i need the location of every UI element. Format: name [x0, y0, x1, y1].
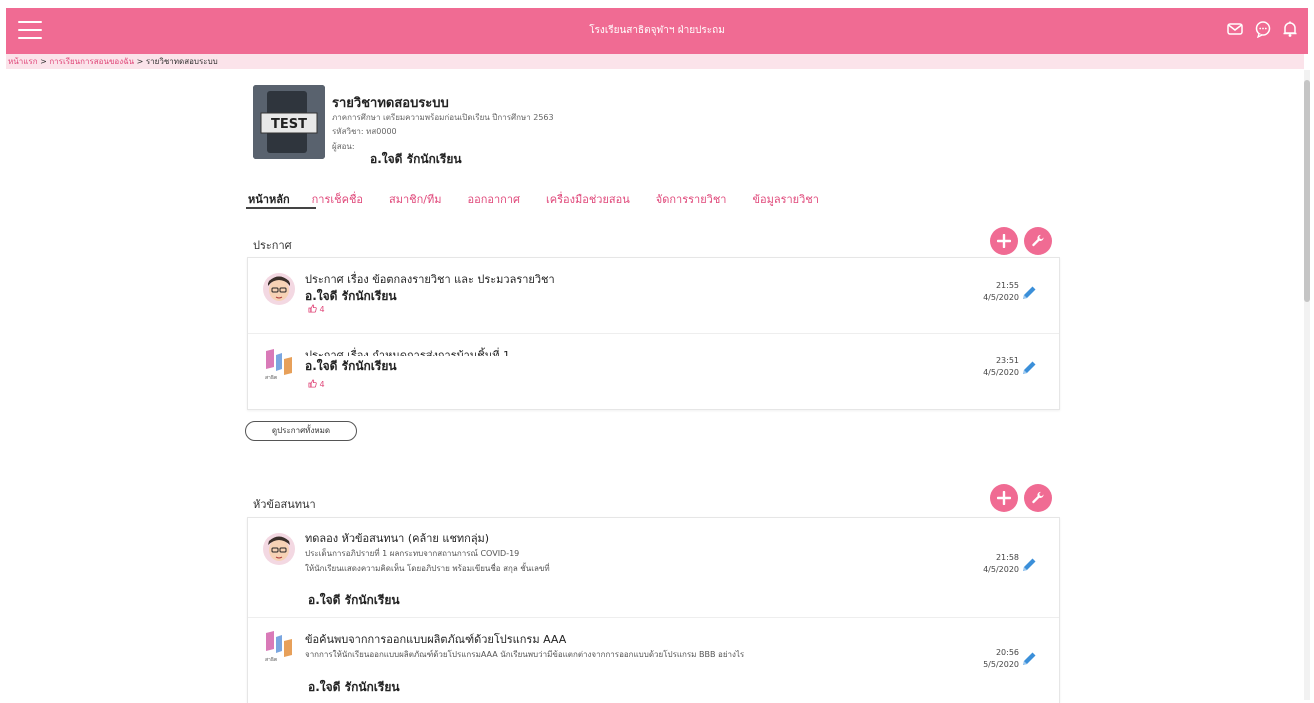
announcement-time: 21:55: [995, 281, 1019, 290]
like-count-value: 4: [319, 380, 325, 389]
discussion-description: จากการให้นักเรียนออกแบบผลิตภัณฑ์ด้วยโปรแ…: [305, 650, 745, 659]
course-term: ภาคการศึกษา เตรียมความพร้อมก่อนเปิดเรียน…: [332, 113, 554, 122]
announcement-item[interactable]: ประกาศ เรื่อง ข้อตกลงรายวิชา และ ประมวลร…: [248, 258, 1059, 334]
announcement-timestamp: 21:55 4/5/2020: [983, 280, 1019, 304]
breadcrumb-home[interactable]: หน้าแรก: [8, 57, 38, 66]
mail-icon[interactable]: [1226, 20, 1244, 38]
pencil-edit-icon[interactable]: [1021, 360, 1037, 376]
tab-attendance[interactable]: การเช็คชื่อ: [310, 190, 365, 212]
announcement-item[interactable]: สาธิต ประกาศ เรื่อง กำหนดการส่งการบ้านชิ…: [248, 333, 1059, 408]
manage-discussion-button[interactable]: [1024, 484, 1052, 512]
discussion-description: ประเด็นการอภิปรายที่ 1 ผลกระทบจากสถานการ…: [305, 549, 520, 558]
manage-announcement-button[interactable]: [1024, 227, 1052, 255]
active-tab-indicator: [246, 207, 316, 209]
breadcrumb-current: รายวิชาทดสอบระบบ: [145, 57, 218, 66]
cartoon-avatar: [262, 272, 296, 306]
discussion-title[interactable]: ทดลอง หัวข้อสนทนา (คล้าย แชทกลุ่ม): [305, 529, 489, 547]
add-discussion-button[interactable]: [990, 484, 1018, 512]
breadcrumb-separator: >: [40, 57, 47, 66]
svg-text:สาธิต: สาธิต: [265, 656, 277, 663]
tab-broadcast[interactable]: ออกอากาศ: [466, 190, 522, 212]
top-icons: [1226, 20, 1298, 38]
discussion-author: อ.ใจดี รักนักเรียน: [308, 593, 400, 607]
course-tabs: หน้าหลัก การเช็คชื่อ สมาชิก/ทีม ออกอากาศ…: [246, 190, 821, 212]
tab-course-info[interactable]: ข้อมูลรายวิชา: [750, 190, 820, 212]
thumb-test-text: TEST: [271, 117, 307, 132]
announcement-date: 4/5/2020: [983, 293, 1019, 302]
breadcrumb-separator: >: [136, 57, 144, 66]
discussion-title[interactable]: ข้อค้นพบจากการออกแบบผลิตภัณฑ์ด้วยโปรแกรม…: [305, 630, 566, 648]
discussion-item[interactable]: สาธิต ข้อค้นพบจากการออกแบบผลิตภัณฑ์ด้วยโ…: [248, 617, 1059, 703]
like-count[interactable]: 4: [308, 379, 325, 389]
discussions-title: หัวข้อสนทนา: [253, 498, 316, 511]
wrench-icon: [1032, 491, 1044, 504]
discussion-date: 5/5/2020: [983, 660, 1019, 669]
pencil-edit-icon[interactable]: [1021, 557, 1037, 573]
plus-icon: [997, 234, 1011, 248]
discussion-description: ให้นักเรียนแสดงความคิดเห็น โดยอภิปราย พร…: [305, 564, 550, 573]
view-all-announcements-button[interactable]: ดูประกาศทั้งหมด: [245, 421, 357, 441]
course-thumbnail: TEST: [253, 85, 325, 159]
announcement-timestamp: 23:51 4/5/2020: [983, 355, 1019, 379]
announcements-title: ประกาศ: [253, 239, 292, 252]
announcement-date: 4/5/2020: [983, 368, 1019, 377]
breadcrumb-my-teaching[interactable]: การเรียนการสอนของฉัน: [49, 57, 134, 66]
wrench-icon: [1032, 234, 1044, 247]
svg-text:สาธิต: สาธิต: [265, 374, 277, 381]
cartoon-avatar: [262, 532, 296, 566]
school-logo-avatar: สาธิต: [262, 347, 296, 381]
tab-teaching-tools[interactable]: เครื่องมือช่วยสอน: [544, 190, 632, 212]
plus-icon: [997, 491, 1011, 505]
teacher-label: ผู้สอน:: [332, 142, 355, 151]
course-teacher: อ.ใจดี รักนักเรียน: [370, 152, 462, 166]
top-app-bar: โรงเรียนสาธิตจุฬาฯ ฝ่ายประถม: [6, 8, 1308, 54]
course-code: รหัสวิชา: ทส0000: [332, 127, 397, 136]
discussion-item[interactable]: ทดลอง หัวข้อสนทนา (คล้าย แชทกลุ่ม) ประเด…: [248, 518, 1059, 618]
bell-icon[interactable]: [1282, 20, 1298, 38]
discussion-time: 20:56: [995, 648, 1019, 657]
chat-icon[interactable]: [1254, 20, 1272, 38]
pencil-edit-icon[interactable]: [1021, 285, 1037, 301]
tab-members[interactable]: สมาชิก/ทีม: [387, 190, 443, 212]
course-title: รายวิชาทดสอบระบบ: [332, 96, 449, 111]
like-count-value: 4: [319, 305, 325, 314]
pencil-edit-icon[interactable]: [1021, 651, 1037, 667]
announcement-title[interactable]: ประกาศ เรื่อง กำหนดการส่งการบ้านชิ้นที่ …: [305, 346, 510, 356]
school-logo-avatar: สาธิต: [262, 629, 296, 663]
discussion-time: 21:58: [995, 553, 1019, 562]
scroll-thumb[interactable]: [1304, 80, 1310, 302]
announcement-title[interactable]: ประกาศ เรื่อง ข้อตกลงรายวิชา และ ประมวลร…: [305, 270, 555, 288]
discussion-timestamp: 21:58 4/5/2020: [983, 552, 1019, 576]
thumbs-up-icon: [308, 304, 317, 313]
like-count[interactable]: 4: [308, 304, 325, 314]
thumbs-up-icon: [308, 379, 317, 388]
announcements-card: ประกาศ เรื่อง ข้อตกลงรายวิชา และ ประมวลร…: [247, 257, 1060, 410]
tab-manage-course[interactable]: จัดการรายวิชา: [654, 190, 729, 212]
announcement-author: อ.ใจดี รักนักเรียน: [305, 359, 397, 373]
discussion-timestamp: 20:56 5/5/2020: [983, 647, 1019, 671]
breadcrumb: หน้าแรก > การเรียนการสอนของฉัน > รายวิชา…: [6, 54, 1304, 69]
page-scrollbar[interactable]: [1304, 70, 1310, 700]
discussion-author: อ.ใจดี รักนักเรียน: [308, 680, 400, 694]
discussion-date: 4/5/2020: [983, 565, 1019, 574]
school-title: โรงเรียนสาธิตจุฬาฯ ฝ่ายประถม: [589, 25, 725, 36]
announcement-time: 23:51: [995, 356, 1019, 365]
add-announcement-button[interactable]: [990, 227, 1018, 255]
discussions-card: ทดลอง หัวข้อสนทนา (คล้าย แชทกลุ่ม) ประเด…: [247, 517, 1060, 703]
